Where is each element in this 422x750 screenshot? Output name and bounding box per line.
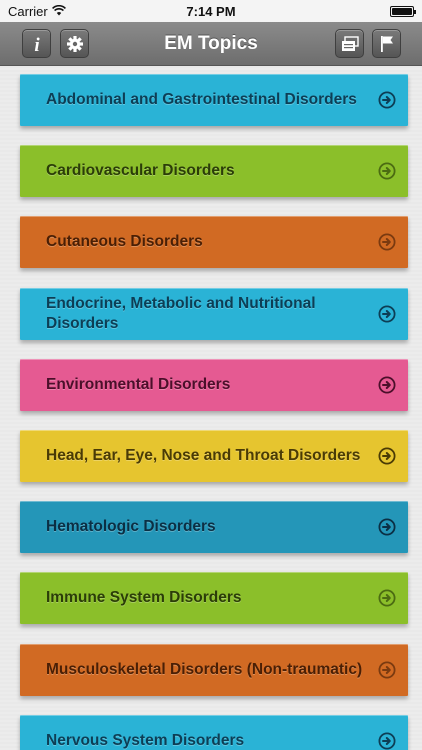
status-bar: Carrier 7:14 PM bbox=[0, 0, 422, 22]
chevron-right-circle-icon bbox=[378, 661, 396, 679]
topic-label: Endocrine, Metabolic and Nutritional Dis… bbox=[46, 294, 316, 332]
status-left: Carrier bbox=[8, 4, 66, 19]
topic-card[interactable]: Nervous System Disorders bbox=[20, 714, 408, 750]
topic-label: Abdominal and Gastrointestinal Disorders bbox=[46, 91, 357, 108]
topic-row[interactable]: Environmental Disorders bbox=[0, 352, 422, 424]
topic-card[interactable]: Musculoskeletal Disorders (Non-traumatic… bbox=[20, 643, 408, 696]
topic-card[interactable]: Immune System Disorders bbox=[20, 572, 408, 625]
topic-row[interactable]: Nervous System Disorders bbox=[0, 708, 422, 750]
topic-row[interactable]: Head, Ear, Eye, Nose and Throat Disorder… bbox=[0, 423, 422, 495]
chevron-right-circle-icon bbox=[378, 162, 396, 180]
topic-row[interactable]: Endocrine, Metabolic and Nutritional Dis… bbox=[0, 281, 422, 353]
topic-label: Cardiovascular Disorders bbox=[46, 162, 235, 180]
navigation-bar: i EM Topics bbox=[0, 22, 422, 66]
chevron-right-circle-icon bbox=[378, 305, 396, 323]
chevron-right-circle-icon bbox=[378, 376, 396, 394]
topic-row[interactable]: Hematologic Disorders bbox=[0, 494, 422, 566]
flag-icon bbox=[379, 35, 395, 53]
topic-label: Head, Ear, Eye, Nose and Throat Disorder… bbox=[46, 447, 361, 464]
topic-row[interactable]: Musculoskeletal Disorders (Non-traumatic… bbox=[0, 637, 422, 709]
topic-label: Environmental Disorders bbox=[46, 375, 231, 393]
topic-label: Hematologic Disorders bbox=[46, 518, 216, 536]
topic-row[interactable]: Cutaneous Disorders bbox=[0, 209, 422, 281]
flag-button[interactable] bbox=[372, 29, 401, 58]
carrier-label: Carrier bbox=[8, 3, 48, 19]
topic-row[interactable]: Cardiovascular Disorders bbox=[0, 138, 422, 210]
wifi-icon bbox=[51, 4, 66, 19]
topic-card[interactable]: Head, Ear, Eye, Nose and Throat Disorder… bbox=[20, 430, 408, 482]
topic-card[interactable]: Endocrine, Metabolic and Nutritional Dis… bbox=[20, 287, 408, 340]
battery-icon bbox=[390, 5, 416, 17]
flashcards-icon bbox=[341, 35, 359, 52]
chevron-right-circle-icon bbox=[378, 233, 396, 251]
topic-row[interactable]: Immune System Disorders bbox=[0, 565, 422, 637]
topic-card[interactable]: Abdominal and Gastrointestinal Disorders bbox=[20, 74, 408, 126]
chevron-right-circle-icon bbox=[378, 447, 396, 465]
topic-card[interactable]: Hematologic Disorders bbox=[20, 501, 408, 554]
chevron-right-circle-icon bbox=[378, 589, 396, 607]
topic-label: Nervous System Disorders bbox=[46, 731, 245, 749]
topic-card[interactable]: Environmental Disorders bbox=[20, 358, 408, 411]
topic-card[interactable]: Cardiovascular Disorders bbox=[20, 145, 408, 198]
topic-row[interactable]: Abdominal and Gastrointestinal Disorders bbox=[0, 67, 422, 139]
chevron-right-circle-icon bbox=[378, 91, 396, 109]
topic-label: Cutaneous Disorders bbox=[46, 233, 203, 251]
chevron-right-circle-icon bbox=[378, 732, 396, 750]
chevron-right-circle-icon bbox=[378, 518, 396, 536]
flashcards-button[interactable] bbox=[335, 29, 364, 58]
topics-list[interactable]: Abdominal and Gastrointestinal Disorders… bbox=[0, 66, 422, 750]
topic-label: Immune System Disorders bbox=[46, 589, 242, 607]
topic-card[interactable]: Cutaneous Disorders bbox=[20, 216, 408, 269]
topic-label: Musculoskeletal Disorders (Non-traumatic… bbox=[46, 660, 363, 678]
